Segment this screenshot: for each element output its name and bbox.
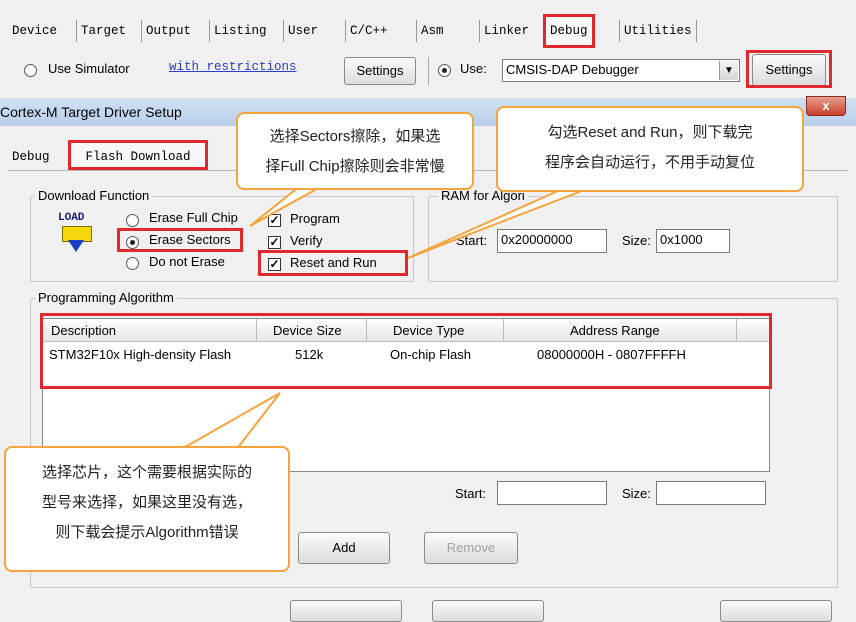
callout-pointer-reset xyxy=(407,189,585,259)
callout-sectors-line1: 选择Sectors擦除，如果选 xyxy=(269,128,441,145)
callout-reset: 勾选Reset and Run，则下载完 程序会自动运行，不用手动复位 xyxy=(496,106,804,192)
callout-chip: 选择芯片，这个需要根据实际的 型号来选择，如果这里没有选， 则下载会提示Algo… xyxy=(4,446,290,572)
callout-pointer-sectors xyxy=(249,185,326,227)
callout-chip-line2: 型号来选择，如果这里没有选， xyxy=(41,494,252,511)
callout-reset-line2: 程序会自动运行，不用手动复位 xyxy=(544,154,755,171)
callout-pointer-chip xyxy=(176,392,281,451)
callout-chip-line3: 则下载会提示Algorithm错误 xyxy=(55,524,239,541)
callout-reset-line1: 勾选Reset and Run，则下载完 xyxy=(547,124,753,141)
callout-sectors: 选择Sectors擦除，如果选 择Full Chip擦除则会非常慢 xyxy=(236,112,474,190)
callout-sectors-line2: 择Full Chip擦除则会非常慢 xyxy=(265,158,445,175)
callout-chip-line1: 选择芯片，这个需要根据实际的 xyxy=(41,464,252,481)
